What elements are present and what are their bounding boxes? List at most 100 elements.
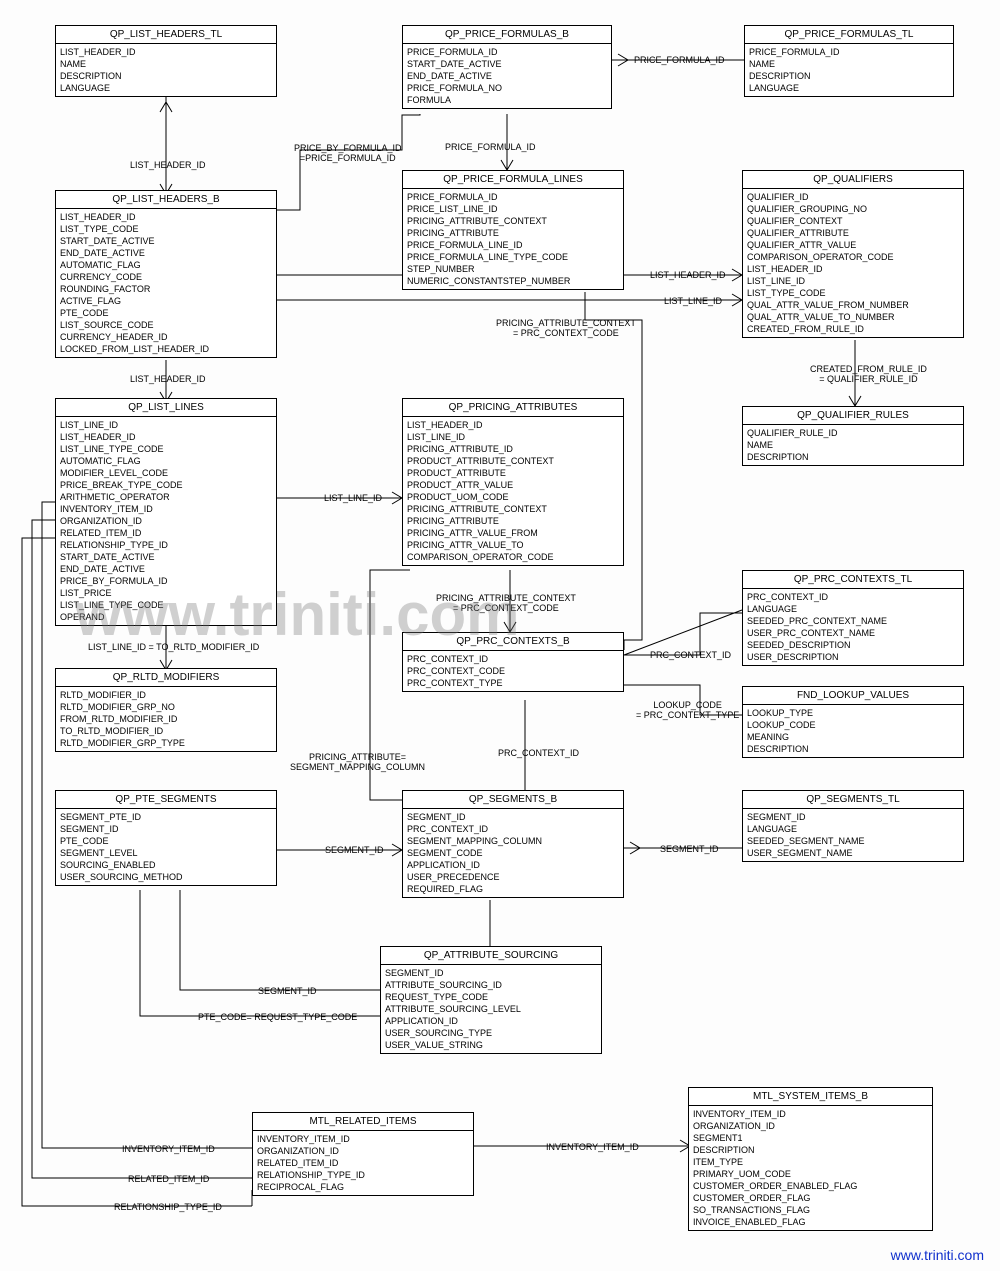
column: QUALIFIER_GROUPING_NO xyxy=(747,203,959,215)
column: FROM_RLTD_MODIFIER_ID xyxy=(60,713,272,725)
column: PRICE_FORMULA_NO xyxy=(407,82,607,94)
entity-columns: PRC_CONTEXT_IDPRC_CONTEXT_CODEPRC_CONTEX… xyxy=(403,651,623,691)
column: PRICE_FORMULA_ID xyxy=(749,46,949,58)
column: COMPARISON_OPERATOR_CODE xyxy=(747,251,959,263)
entity-columns: LOOKUP_TYPELOOKUP_CODEMEANINGDESCRIPTION xyxy=(743,705,963,757)
entity-columns: PRC_CONTEXT_IDLANGUAGESEEDED_PRC_CONTEXT… xyxy=(743,589,963,665)
column: LANGUAGE xyxy=(749,82,949,94)
column: SEGMENT_ID xyxy=(385,967,597,979)
column: USER_VALUE_STRING xyxy=(385,1039,597,1051)
column: INVENTORY_ITEM_ID xyxy=(60,503,272,515)
entity-title: QP_RLTD_MODIFIERS xyxy=(56,669,276,687)
entity-title: QP_ATTRIBUTE_SOURCING xyxy=(381,947,601,965)
column: END_DATE_ACTIVE xyxy=(407,70,607,82)
column: QUAL_ATTR_VALUE_FROM_NUMBER xyxy=(747,299,959,311)
column: CURRENCY_CODE xyxy=(60,271,272,283)
column: INVENTORY_ITEM_ID xyxy=(693,1108,928,1120)
column: STEP_NUMBER xyxy=(407,263,619,275)
column: LIST_LINE_ID xyxy=(60,419,272,431)
column: QUALIFIER_ATTR_VALUE xyxy=(747,239,959,251)
column: SEEDED_PRC_CONTEXT_NAME xyxy=(747,615,959,627)
entity-title: MTL_SYSTEM_ITEMS_B xyxy=(689,1088,932,1106)
column: LIST_SOURCE_CODE xyxy=(60,319,272,331)
edge-label: PTE_CODE= REQUEST_TYPE_CODE xyxy=(198,1012,357,1022)
edge-label: LIST_HEADER_ID xyxy=(130,160,206,170)
column: LIST_PRICE xyxy=(60,587,272,599)
column: CUSTOMER_ORDER_ENABLED_FLAG xyxy=(693,1180,928,1192)
column: ITEM_TYPE xyxy=(693,1156,928,1168)
edge-label: RELATED_ITEM_ID xyxy=(128,1174,209,1184)
column: SEGMENT_ID xyxy=(407,811,619,823)
entity-title: QP_PRC_CONTEXTS_B xyxy=(403,633,623,651)
column: DESCRIPTION xyxy=(747,743,959,755)
entity-columns: INVENTORY_ITEM_IDORGANIZATION_IDRELATED_… xyxy=(253,1131,473,1195)
column: USER_SEGMENT_NAME xyxy=(747,847,959,859)
column: PRICING_ATTRIBUTE_ID xyxy=(407,443,619,455)
entity-columns: LIST_LINE_IDLIST_HEADER_IDLIST_LINE_TYPE… xyxy=(56,417,276,625)
entity-qp-list-headers-b: QP_LIST_HEADERS_BLIST_HEADER_IDLIST_TYPE… xyxy=(55,190,277,358)
column: PRICING_ATTR_VALUE_TO xyxy=(407,539,619,551)
edge-label: LIST_HEADER_ID xyxy=(130,374,206,384)
column: PRICING_ATTRIBUTE_CONTEXT xyxy=(407,503,619,515)
column: REQUEST_TYPE_CODE xyxy=(385,991,597,1003)
column: NUMERIC_CONSTANTSTEP_NUMBER xyxy=(407,275,619,287)
edge-label: LOOKUP_CODE= PRC_CONTEXT_TYPE xyxy=(636,700,739,720)
column: PRICE_BY_FORMULA_ID xyxy=(60,575,272,587)
column: SEGMENT_ID xyxy=(747,811,959,823)
entity-qp-list-lines: QP_LIST_LINESLIST_LINE_IDLIST_HEADER_IDL… xyxy=(55,398,277,626)
edge-label: PRICING_ATTRIBUTE_CONTEXT= PRC_CONTEXT_C… xyxy=(496,318,636,338)
entity-columns: SEGMENT_IDLANGUAGESEEDED_SEGMENT_NAMEUSE… xyxy=(743,809,963,861)
column: PRC_CONTEXT_ID xyxy=(747,591,959,603)
entity-qp-segments-tl: QP_SEGMENTS_TLSEGMENT_IDLANGUAGESEEDED_S… xyxy=(742,790,964,862)
edge-label: PRICE_BY_FORMULA_ID=PRICE_FORMULA_ID xyxy=(294,143,402,163)
erd-canvas: QP_LIST_HEADERS_TLLIST_HEADER_IDNAMEDESC… xyxy=(0,0,1000,1271)
edge-label: SEGMENT_ID xyxy=(258,986,317,996)
column: DESCRIPTION xyxy=(747,451,959,463)
edge-label: CREATED_FROM_RULE_ID= QUALIFIER_RULE_ID xyxy=(810,364,927,384)
column: LIST_HEADER_ID xyxy=(60,211,272,223)
column: LIST_LINE_ID xyxy=(407,431,619,443)
column: LOCKED_FROM_LIST_HEADER_ID xyxy=(60,343,272,355)
entity-title: QP_QUALIFIERS xyxy=(743,171,963,189)
column: USER_SOURCING_METHOD xyxy=(60,871,272,883)
edge-label: PRICE_FORMULA_ID xyxy=(634,55,725,65)
column: PTE_CODE xyxy=(60,307,272,319)
entity-title: QP_LIST_LINES xyxy=(56,399,276,417)
column: NAME xyxy=(60,58,272,70)
column: PTE_CODE xyxy=(60,835,272,847)
entity-title: QP_LIST_HEADERS_B xyxy=(56,191,276,209)
column: LIST_TYPE_CODE xyxy=(747,287,959,299)
column: SEEDED_DESCRIPTION xyxy=(747,639,959,651)
column: PRICING_ATTR_VALUE_FROM xyxy=(407,527,619,539)
entity-title: QP_PRICE_FORMULAS_TL xyxy=(745,26,953,44)
column: PRICE_FORMULA_LINE_ID xyxy=(407,239,619,251)
column: RELATIONSHIP_TYPE_ID xyxy=(257,1169,469,1181)
entity-qp-price-formulas-b: QP_PRICE_FORMULAS_BPRICE_FORMULA_IDSTART… xyxy=(402,25,612,109)
column: ROUNDING_FACTOR xyxy=(60,283,272,295)
column: PRICING_ATTRIBUTE xyxy=(407,515,619,527)
edge-label: LIST_LINE_ID = TO_RLTD_MODIFIER_ID xyxy=(88,642,259,652)
column: RELATED_ITEM_ID xyxy=(257,1157,469,1169)
column: PRICE_FORMULA_ID xyxy=(407,191,619,203)
edge-label: PRICING_ATTRIBUTE_CONTEXT= PRC_CONTEXT_C… xyxy=(436,593,576,613)
edge-label: LIST_LINE_ID xyxy=(664,296,722,306)
column: LIST_HEADER_ID xyxy=(60,431,272,443)
column: PRICE_FORMULA_LINE_TYPE_CODE xyxy=(407,251,619,263)
column: APPLICATION_ID xyxy=(407,859,619,871)
column: PRC_CONTEXT_TYPE xyxy=(407,677,619,689)
entity-title: QP_PTE_SEGMENTS xyxy=(56,791,276,809)
column: RECIPROCAL_FLAG xyxy=(257,1181,469,1193)
entity-columns: LIST_HEADER_IDLIST_LINE_IDPRICING_ATTRIB… xyxy=(403,417,623,565)
edge-label: LIST_LINE_ID xyxy=(324,493,382,503)
column: RLTD_MODIFIER_ID xyxy=(60,689,272,701)
column: NAME xyxy=(747,439,959,451)
entity-columns: QUALIFIER_RULE_IDNAMEDESCRIPTION xyxy=(743,425,963,465)
column: FORMULA xyxy=(407,94,607,106)
column: LIST_HEADER_ID xyxy=(60,46,272,58)
entity-qp-rltd-modifiers: QP_RLTD_MODIFIERSRLTD_MODIFIER_IDRLTD_MO… xyxy=(55,668,277,752)
footer-link[interactable]: www.triniti.com xyxy=(891,1247,984,1263)
column: SEGMENT_PTE_ID xyxy=(60,811,272,823)
column: PRODUCT_ATTRIBUTE xyxy=(407,467,619,479)
column: SEGMENT_LEVEL xyxy=(60,847,272,859)
column: ACTIVE_FLAG xyxy=(60,295,272,307)
